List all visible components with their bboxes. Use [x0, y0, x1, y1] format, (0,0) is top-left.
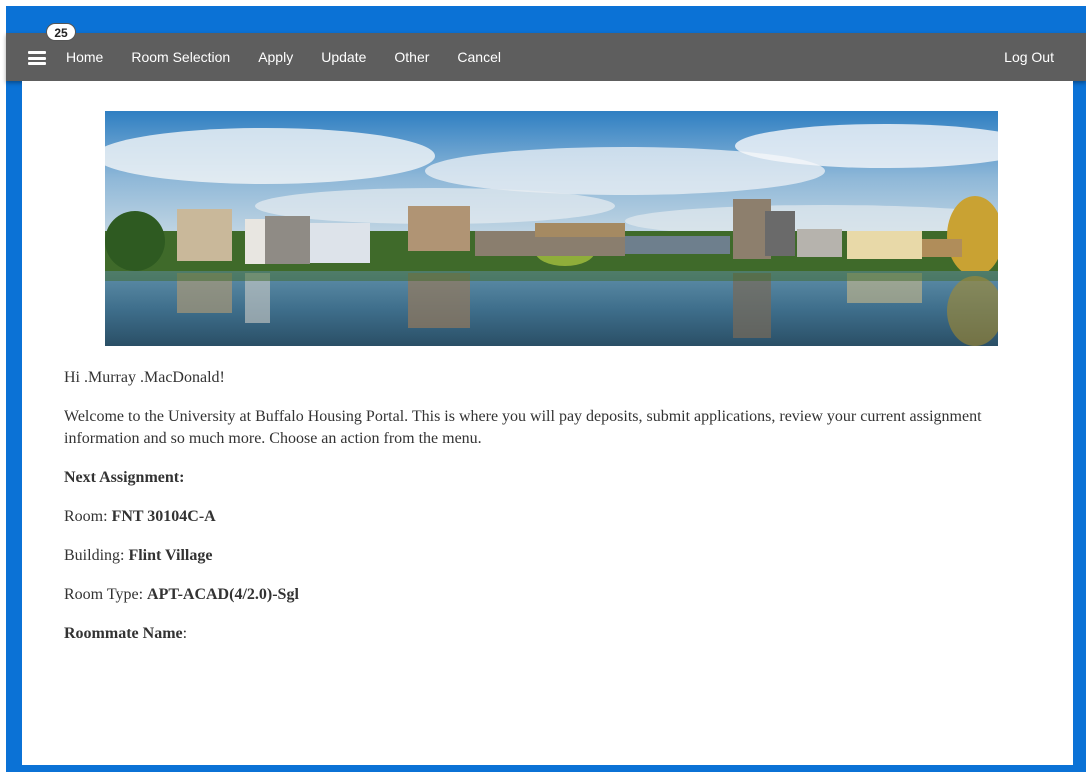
- building-label: Building:: [64, 547, 129, 564]
- greeting-text: Hi .Murray .MacDonald!: [64, 369, 225, 386]
- campus-banner-image: [105, 111, 998, 346]
- room-type-value: APT-ACAD(4/2.0)-Sgl: [147, 586, 299, 603]
- room-value: FNT 30104C-A: [111, 508, 216, 525]
- next-assignment-heading: Next Assignment:: [64, 469, 185, 486]
- welcome-section: Hi .Murray .MacDonald! Welcome to the Un…: [64, 367, 1044, 662]
- nav-item-home[interactable]: Home: [66, 49, 103, 65]
- roommate-colon: :: [182, 625, 188, 642]
- nav-item-update[interactable]: Update: [321, 49, 366, 65]
- logout-link[interactable]: Log Out: [1004, 33, 1054, 81]
- roommate-label: Roommate Name: [64, 625, 183, 642]
- room-label: Room:: [64, 508, 112, 525]
- welcome-message: Welcome to the University at Buffalo Hou…: [64, 408, 982, 447]
- room-type-row: Room Type: APT-ACAD(4/2.0)-Sgl: [64, 584, 1044, 606]
- main-content: Hi .Murray .MacDonald! Welcome to the Un…: [22, 81, 1073, 765]
- building-row: Building: Flint Village: [64, 545, 1044, 567]
- nav-item-cancel[interactable]: Cancel: [457, 49, 501, 65]
- room-row: Room: FNT 30104C-A: [64, 506, 1044, 528]
- building-value: Flint Village: [128, 547, 213, 564]
- nav-item-other[interactable]: Other: [394, 49, 429, 65]
- nav-item-room-selection[interactable]: Room Selection: [131, 49, 230, 65]
- nav-item-apply[interactable]: Apply: [258, 49, 293, 65]
- hamburger-menu-icon[interactable]: [28, 51, 46, 65]
- nav-menu: Home Room Selection Apply Update Other C…: [66, 33, 529, 81]
- top-navbar: 25 Home Room Selection Apply Update Othe…: [6, 23, 1086, 81]
- room-type-label: Room Type:: [64, 586, 148, 603]
- roommate-row: Roommate Name:: [64, 623, 1044, 645]
